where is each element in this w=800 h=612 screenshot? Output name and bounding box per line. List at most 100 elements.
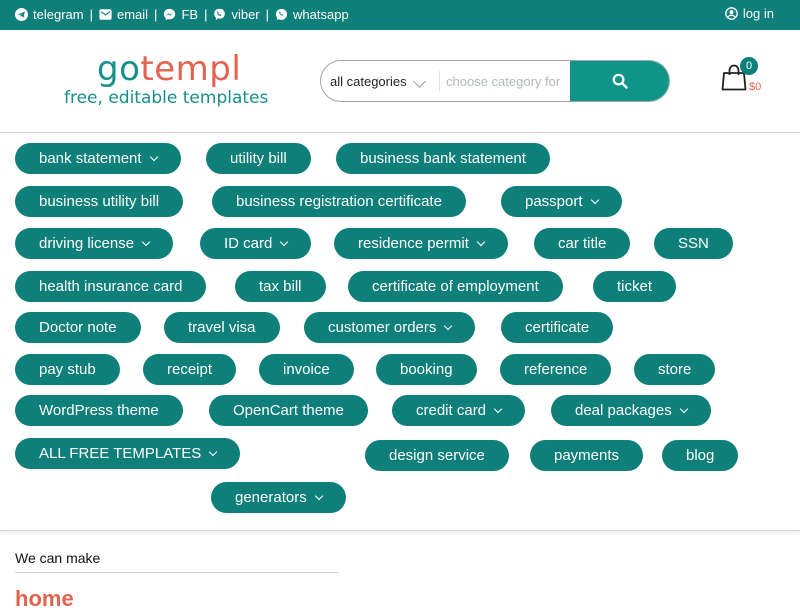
menu-item-label: utility bill	[230, 150, 287, 167]
user-icon	[725, 7, 738, 20]
menu-item-booking[interactable]: booking	[376, 354, 477, 385]
menu-item-certificate[interactable]: certificate	[501, 312, 614, 343]
menu-item-reference[interactable]: reference	[500, 354, 612, 385]
menu-item-label: WordPress theme	[39, 402, 159, 419]
menu-item-invoice[interactable]: invoice	[259, 354, 354, 385]
chevron-down-icon	[141, 237, 151, 247]
menu-item-bank-statement[interactable]: bank statement	[15, 143, 181, 174]
header: gotempl free, editable templates all cat…	[0, 30, 800, 133]
menu-item-all-free-templates[interactable]: ALL FREE TEMPLATES	[15, 438, 241, 469]
menu-item-label: health insurance card	[39, 278, 183, 295]
menu-item-pay-stub[interactable]: pay stub	[15, 354, 120, 385]
menu-item-residence-permit[interactable]: residence permit	[334, 228, 508, 259]
menu-item-blog[interactable]: blog	[662, 440, 739, 471]
logo[interactable]: gotempl	[97, 50, 241, 88]
menu-item-travel-visa[interactable]: travel visa	[164, 312, 280, 343]
chevron-down-icon	[413, 75, 426, 88]
whatsapp-label: whatsapp	[293, 7, 349, 22]
menu-item-label: deal packages	[575, 402, 672, 419]
menu-item-label: tax bill	[259, 278, 302, 295]
menu-item-label: business bank statement	[360, 150, 526, 167]
menu-item-opencart-theme[interactable]: OpenCart theme	[209, 395, 368, 426]
menu-item-ticket[interactable]: ticket	[593, 271, 677, 302]
menu-item-store[interactable]: store	[634, 354, 716, 385]
fb-link[interactable]: FB	[163, 7, 198, 22]
messenger-icon	[164, 8, 176, 21]
menu-item-wordpress-theme[interactable]: WordPress theme	[15, 395, 183, 426]
menu-item-label: store	[658, 361, 692, 378]
viber-link[interactable]: viber	[213, 7, 260, 22]
chevron-down-icon	[476, 237, 486, 247]
menu-item-label: business utility bill	[39, 193, 160, 210]
search-input[interactable]	[440, 61, 570, 101]
menu-item-label: bank statement	[39, 150, 142, 167]
viber-label: viber	[231, 7, 260, 22]
menu-item-payments[interactable]: payments	[530, 440, 644, 471]
menu-item-business-registration-certificate[interactable]: business registration certificate	[212, 186, 466, 217]
cart-total: $0	[749, 81, 762, 93]
divider	[15, 572, 338, 573]
chevron-down-icon	[280, 237, 289, 247]
separator: |	[154, 7, 158, 22]
menu-item-label: residence permit	[358, 235, 469, 252]
menu-item-certificate-of-employment[interactable]: certificate of employment	[348, 271, 563, 302]
category-select[interactable]: all categories	[321, 61, 439, 101]
menu-item-ssn[interactable]: SSN	[654, 228, 733, 259]
menu-item-customer-orders[interactable]: customer orders	[304, 312, 476, 343]
menu-item-health-insurance-card[interactable]: health insurance card	[15, 271, 207, 302]
whatsapp-icon	[276, 8, 288, 21]
menu-item-deal-packages[interactable]: deal packages	[551, 395, 711, 426]
menu-item-generators[interactable]: generators	[211, 482, 346, 513]
cart[interactable]: 0 $0	[720, 57, 770, 103]
menu-item-label: ticket	[617, 278, 653, 295]
menu-item-driving-license[interactable]: driving license	[15, 228, 174, 259]
menu-item-credit-card[interactable]: credit card	[392, 395, 526, 426]
fb-label: FB	[181, 7, 199, 22]
menu-item-label: car title	[558, 235, 607, 252]
category-select-value: all categories	[330, 73, 407, 89]
menu-item-label: blog	[686, 447, 715, 464]
search-button[interactable]	[570, 61, 669, 101]
menu-item-label: certificate of employment	[372, 278, 539, 295]
email-link[interactable]: email	[99, 7, 148, 22]
menu-item-business-bank-statement[interactable]: business bank statement	[336, 143, 550, 174]
menu-item-label: ALL FREE TEMPLATES	[39, 445, 202, 462]
menu-item-label: OpenCart theme	[233, 402, 344, 419]
page-heading: home	[15, 586, 74, 611]
menu-item-car-title[interactable]: car title	[534, 228, 631, 259]
chevron-down-icon	[314, 491, 323, 501]
menu-item-doctor-note[interactable]: Doctor note	[15, 312, 141, 343]
contact-links: telegram | email | FB | viber | whatsapp	[15, 7, 349, 22]
menu-item-label: booking	[400, 361, 453, 378]
menu-item-label: receipt	[167, 361, 213, 378]
category-menu: bank statement utility bill business ban…	[0, 133, 800, 531]
telegram-icon	[15, 8, 28, 21]
top-bar: telegram | email | FB | viber | whatsapp…	[0, 0, 800, 30]
menu-item-label: customer orders	[328, 319, 437, 336]
menu-item-tax-bill[interactable]: tax bill	[235, 271, 326, 302]
menu-item-label: design service	[389, 447, 485, 464]
chevron-down-icon	[209, 447, 218, 457]
menu-item-business-utility-bill[interactable]: business utility bill	[15, 186, 184, 217]
logo-part-templ: templ	[140, 49, 242, 89]
marquee-text: We can make	[15, 550, 101, 566]
login-link[interactable]: log in	[725, 6, 774, 21]
menu-item-receipt[interactable]: receipt	[143, 354, 237, 385]
telegram-link[interactable]: telegram	[15, 7, 84, 22]
menu-item-label: travel visa	[188, 319, 256, 336]
search-icon	[612, 73, 628, 89]
menu-item-label: generators	[235, 489, 307, 506]
menu-item-passport[interactable]: passport	[501, 186, 622, 217]
menu-item-design-service[interactable]: design service	[365, 440, 509, 471]
logo-tagline: free, editable templates	[64, 88, 269, 108]
menu-item-label: driving license	[39, 235, 135, 252]
menu-item-label: certificate	[525, 319, 590, 336]
menu-item-utility-bill[interactable]: utility bill	[206, 143, 311, 174]
email-label: email	[116, 7, 149, 22]
whatsapp-link[interactable]: whatsapp	[275, 7, 349, 22]
login-label: log in	[742, 6, 774, 21]
menu-item-label: ID card	[224, 235, 273, 252]
menu-item-id-card[interactable]: ID card	[200, 228, 312, 259]
menu-item-label: SSN	[678, 235, 709, 252]
menu-item-label: passport	[525, 193, 583, 210]
